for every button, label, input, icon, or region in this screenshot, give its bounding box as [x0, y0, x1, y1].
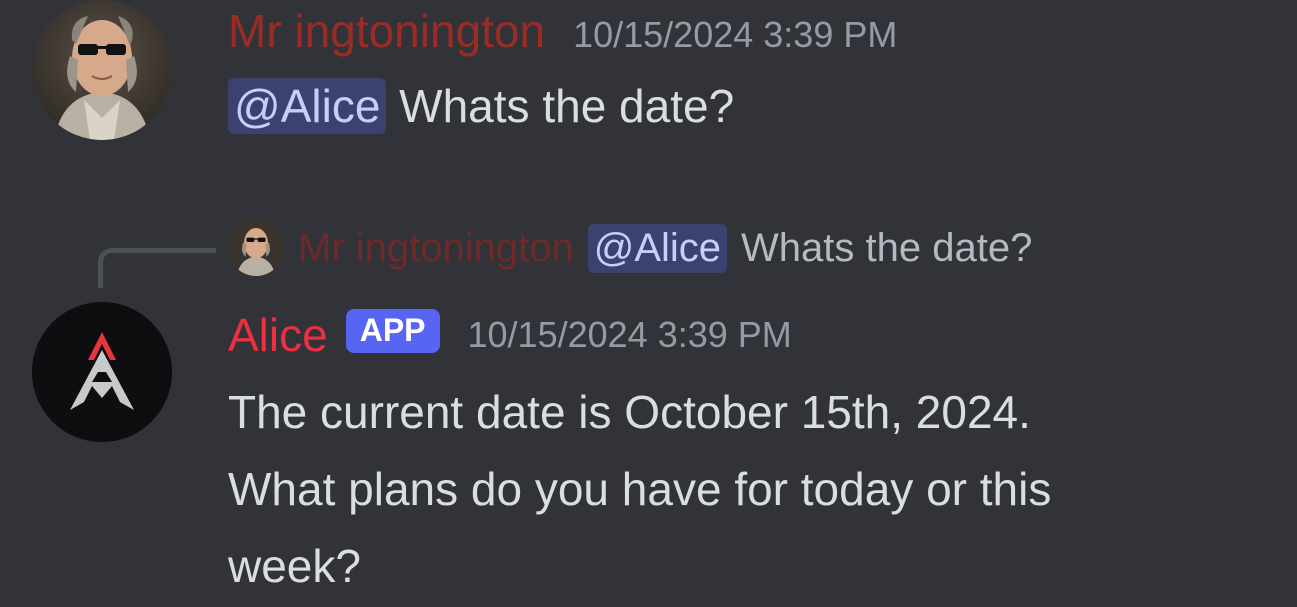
mention-alice[interactable]: @Alice — [228, 78, 387, 134]
user-avatar-ingtonington[interactable] — [32, 0, 172, 140]
reply-connector — [98, 248, 216, 288]
message-text: Whats the date? — [386, 80, 735, 132]
reply-preview[interactable]: Mr ingtonington @Alice Whats the date? — [228, 220, 1032, 276]
portrait-avatar-icon — [228, 220, 284, 276]
message-line: week? — [228, 540, 361, 592]
app-badge: APP — [345, 309, 440, 353]
reply-avatar — [228, 220, 284, 276]
message-line: What plans do you have for today or this — [228, 463, 1052, 515]
username[interactable]: Alice — [228, 312, 328, 358]
bot-avatar-alice[interactable] — [32, 302, 172, 442]
message-line: The current date is October 15th, 2024. — [228, 386, 1031, 438]
message-content: @Alice Whats the date? — [228, 68, 734, 144]
alice-logo-icon — [32, 302, 172, 442]
username[interactable]: Mr ingtonington — [228, 8, 545, 54]
reply-text: Whats the date? — [741, 225, 1033, 270]
timestamp: 10/15/2024 3:39 PM — [573, 14, 898, 55]
timestamp: 10/15/2024 3:39 PM — [467, 314, 792, 355]
reply-username[interactable]: Mr ingtonington — [298, 226, 574, 271]
portrait-avatar-icon — [32, 0, 172, 140]
reply-mention-alice[interactable]: @Alice — [587, 223, 728, 273]
